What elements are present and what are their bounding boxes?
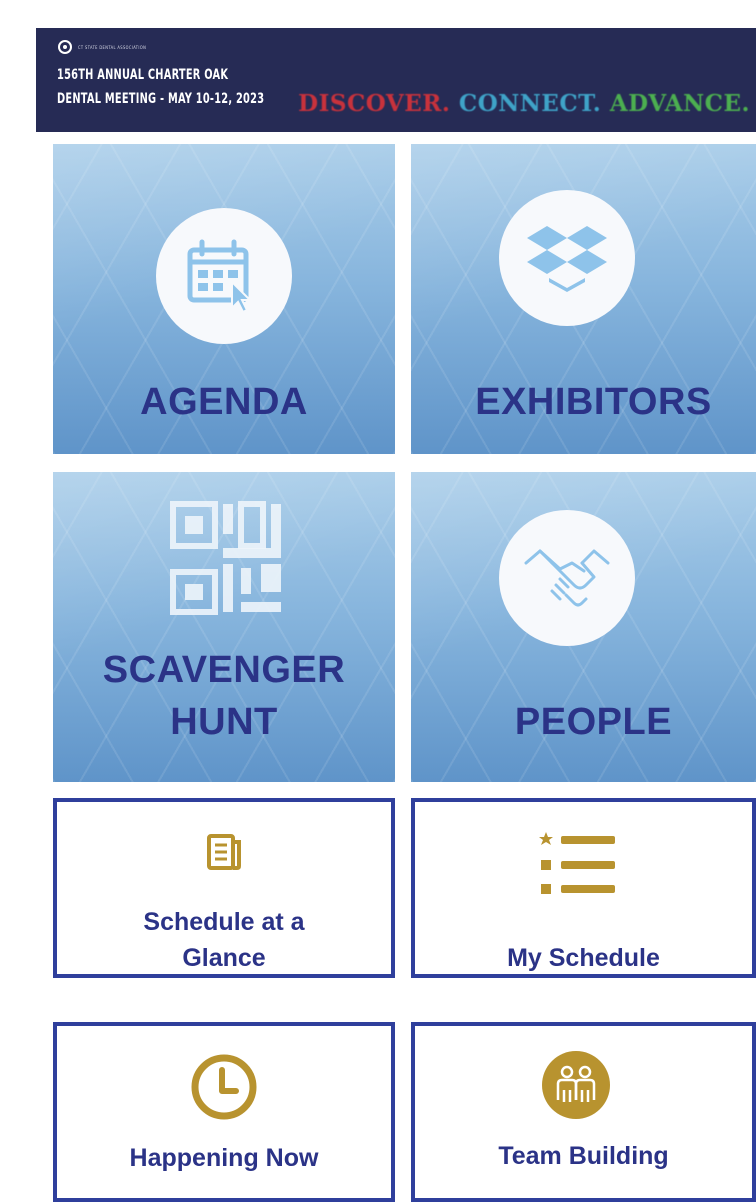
people-label: PEOPLE	[514, 701, 673, 743]
schedule-glance-label-line1: Schedule at a	[143, 908, 305, 936]
people-icon-circle	[499, 510, 635, 646]
org-logo-icon	[58, 40, 72, 54]
team-icon	[542, 1051, 610, 1119]
tagline-discover: DISCOVER.	[298, 90, 451, 117]
schedule-at-a-glance-tile[interactable]: Schedule at a Glance	[53, 798, 395, 978]
meeting-title-line2: DENTAL MEETING - MAY 10-12, 2023	[57, 91, 265, 107]
scavenger-hunt-tile[interactable]: SCAVENGER HUNT	[53, 472, 395, 782]
happening-now-label: Happening Now	[129, 1144, 319, 1172]
scavenger-label-line1: SCAVENGER	[102, 649, 346, 691]
app-header: CT STATE DENTAL ASSOCIATION 156TH ANNUAL…	[36, 28, 756, 132]
happening-now-tile[interactable]: Happening Now	[53, 1022, 395, 1202]
people-tile[interactable]: PEOPLE	[411, 472, 756, 782]
scavenger-label-line2: HUNT	[170, 701, 278, 743]
boxes-icon	[527, 226, 607, 292]
exhibitors-tile[interactable]: EXHIBITORS	[411, 144, 756, 454]
org-name: CT STATE DENTAL ASSOCIATION	[78, 44, 147, 50]
agenda-label: AGENDA	[140, 381, 308, 423]
team-building-tile[interactable]: Team Building	[411, 1022, 756, 1202]
tagline: DISCOVER. CONNECT. ADVANCE.	[298, 90, 750, 117]
org-row: CT STATE DENTAL ASSOCIATION	[58, 40, 146, 54]
tagline-connect: CONNECT.	[458, 90, 602, 117]
tagline-advance: ADVANCE.	[609, 90, 750, 117]
my-schedule-tile[interactable]: My Schedule	[411, 798, 756, 978]
clock-icon	[191, 1054, 257, 1120]
agenda-tile[interactable]: AGENDA	[53, 144, 395, 454]
meeting-title-line1: 156TH ANNUAL CHARTER OAK	[57, 67, 229, 83]
exhibitors-label: EXHIBITORS	[475, 381, 712, 423]
schedule-glance-label-line2: Glance	[182, 944, 266, 972]
team-building-label: Team Building	[498, 1142, 669, 1170]
agenda-icon-circle	[156, 208, 292, 344]
document-icon	[207, 834, 241, 870]
my-schedule-label: My Schedule	[507, 944, 660, 972]
calendar-cursor-icon	[187, 239, 253, 314]
handshake-icon	[524, 549, 610, 607]
star-list-icon	[539, 832, 615, 894]
exhibitors-icon-circle	[499, 190, 635, 326]
qr-code-icon	[170, 501, 281, 615]
